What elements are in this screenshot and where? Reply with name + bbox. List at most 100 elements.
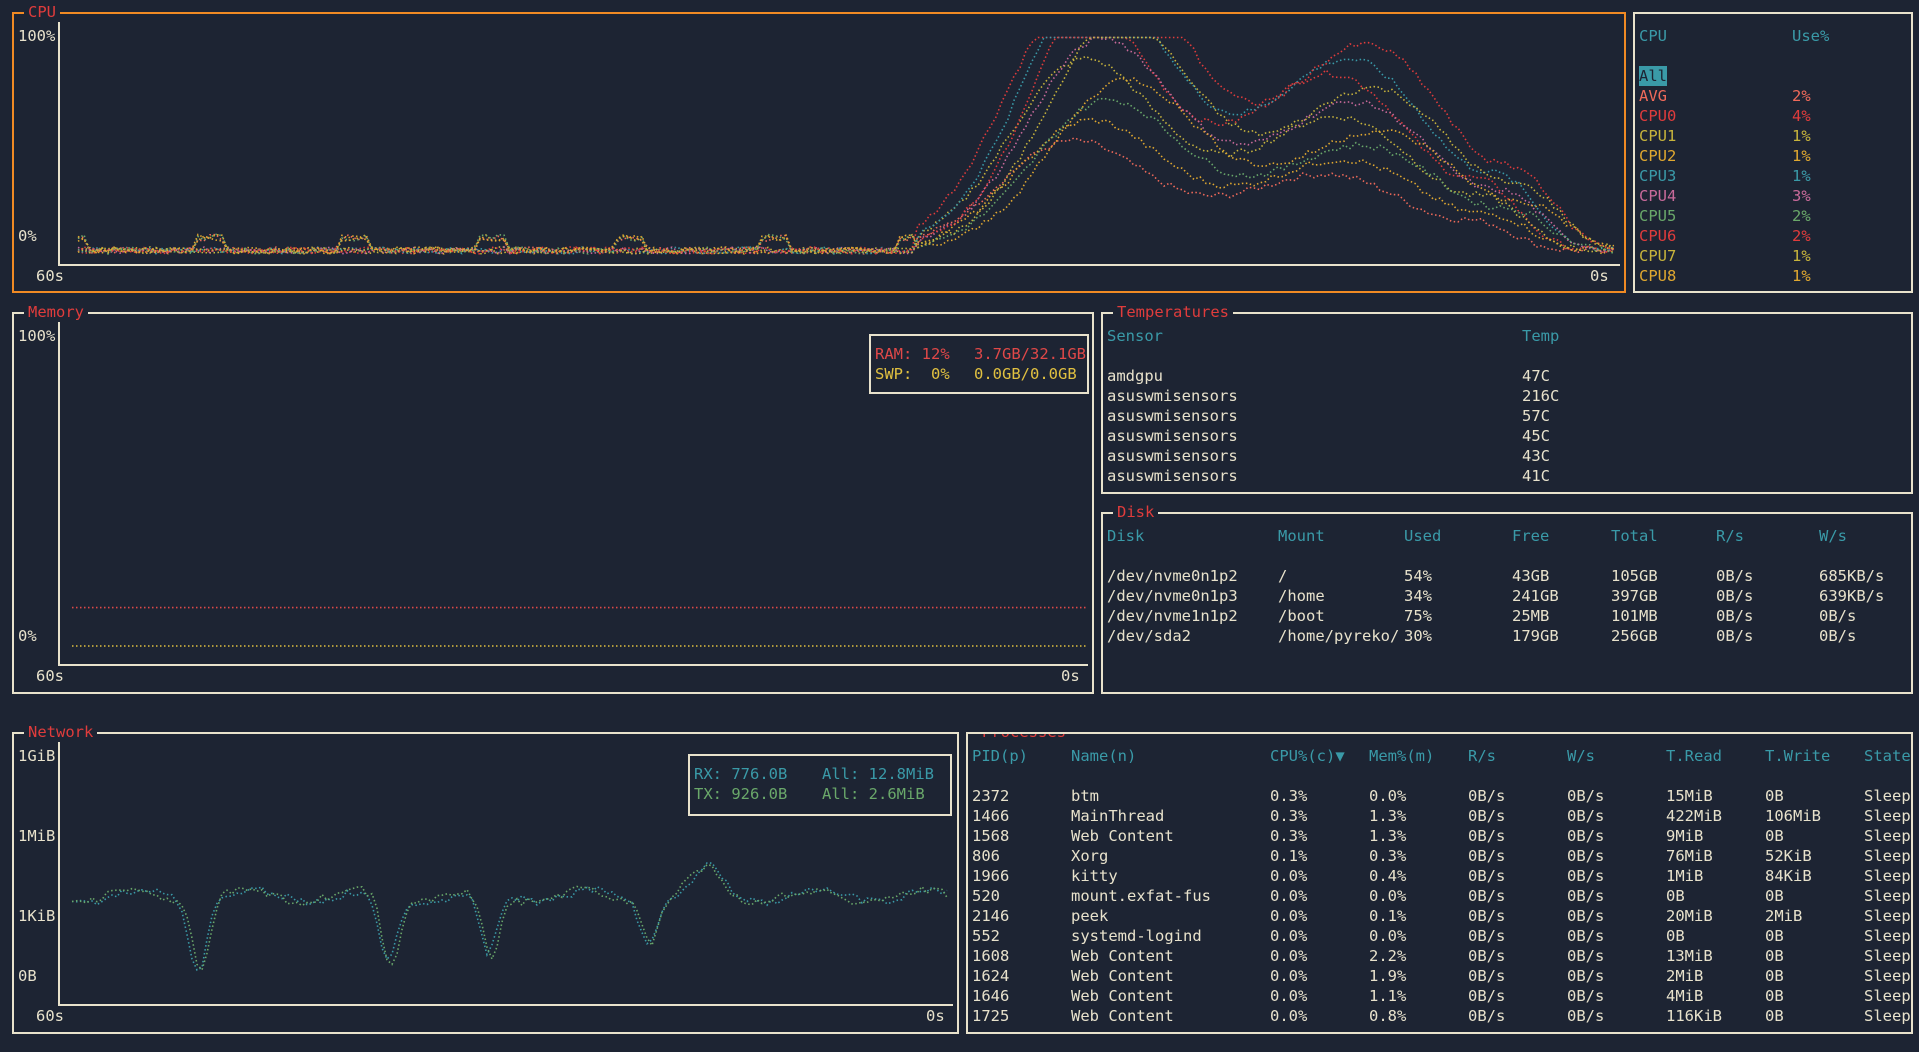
process-cell: 0B [1765, 967, 1784, 985]
process-column-header[interactable]: State [1864, 746, 1911, 766]
process-row[interactable]: 520 mount.exfat-fus 0.0% 0.0% 0B/s 0B/s 0B 0B Sl… [968, 886, 1911, 906]
cpu-legend-row[interactable]: CPU2 1% [1635, 146, 1911, 166]
temperatures-panel[interactable]: Temperatures Sensor Temp amdgpu 47C asuswm… [1101, 303, 1913, 494]
process-cell: mount.exfat-fus [1071, 887, 1211, 905]
processes-panel-title: Processes [978, 734, 1070, 741]
disk-cell: 75% [1404, 607, 1432, 625]
cpu-legend-use: 1% [1792, 127, 1811, 145]
disk-column-header[interactable]: Free [1512, 526, 1549, 546]
process-cell: Sleep [1864, 807, 1911, 825]
process-row[interactable]: 1568 Web Content 0.3% 1.3% 0B/s 0B/s 9MiB 0B Sle… [968, 826, 1911, 846]
process-row[interactable]: 1725 Web Content 0.0% 0.8% 0B/s 0B/s 116KiB 0B S… [968, 1006, 1911, 1026]
cpu-panel[interactable]: CPU 100% 0% 60s 0s [12, 3, 1626, 293]
process-cell: Web Content [1071, 947, 1174, 965]
process-cell: 0B/s [1468, 887, 1506, 905]
disk-table-header: Disk Mount Used Free Total R/s W/s [1103, 526, 1911, 546]
disk-column-header[interactable]: R/s [1716, 526, 1744, 546]
disk-cell: 397GB [1611, 587, 1658, 605]
cpu-series-line [77, 36, 1615, 255]
process-cell: systemd-logind [1071, 927, 1202, 945]
process-cell: 0.0% [1369, 927, 1407, 945]
cpu-legend-row[interactable]: CPU7 1% [1635, 246, 1911, 266]
process-cell: 9MiB [1666, 827, 1704, 845]
process-column-header[interactable]: Name(n) [1071, 746, 1136, 766]
process-cell: 0.0% [1270, 927, 1308, 945]
processes-panel[interactable]: Processes PID(p) Name(n) CPU%(c)▼ Mem%(m) R/… [966, 732, 1913, 1034]
temperature-row[interactable]: asuswmisensors 43C [1103, 446, 1911, 466]
process-cell: Sleep [1864, 927, 1911, 945]
cpu-legend-all-button[interactable]: All [1639, 66, 1667, 86]
process-row[interactable]: 2372 btm 0.3% 0.0% 0B/s 0B/s 15MiB 0B Sleep [968, 786, 1911, 806]
process-column-header[interactable]: PID(p) [972, 746, 1028, 766]
disk-column-header[interactable]: Total [1611, 526, 1658, 546]
cpu-legend-row[interactable]: CPU0 4% [1635, 106, 1911, 126]
process-row[interactable]: 1966 kitty 0.0% 0.4% 0B/s 0B/s 1MiB 84KiB Sleep [968, 866, 1911, 886]
temperature-sensor: asuswmisensors [1107, 387, 1238, 405]
process-row[interactable]: 552 systemd-logind 0.0% 0.0% 0B/s 0B/s 0B 0B Sle… [968, 926, 1911, 946]
process-column-header[interactable]: T.Read [1666, 746, 1722, 766]
cpu-legend-row[interactable]: CPU5 2% [1635, 206, 1911, 226]
process-row[interactable]: 1646 Web Content 0.0% 1.1% 0B/s 0B/s 4MiB 0B Sle… [968, 986, 1911, 1006]
network-panel[interactable]: Network 1GiB 1MiB 1KiB 0B 60s 0s RX: 776… [12, 723, 959, 1034]
process-column-header[interactable]: Mem%(m) [1369, 746, 1434, 766]
process-cell: Web Content [1071, 827, 1174, 845]
process-cell: 0.4% [1369, 867, 1407, 885]
temperature-row[interactable]: asuswmisensors 41C [1103, 466, 1911, 486]
disk-panel-title: Disk [1113, 503, 1159, 521]
process-cell: 2MiB [1666, 967, 1704, 985]
cpu-legend-row[interactable]: CPU8 1% [1635, 266, 1911, 286]
tx-all: All: 2.6MiB [822, 785, 925, 803]
process-column-header[interactable]: CPU%(c)▼ [1270, 746, 1345, 766]
cpu-legend-name: CPU4 [1639, 187, 1677, 205]
temperature-sensor: asuswmisensors [1107, 407, 1238, 425]
memory-panel[interactable]: Memory 100% 0% 60s 0s RAM: 12% 3.7GB/32.… [12, 303, 1094, 694]
disk-cell: 0B/s [1716, 607, 1754, 625]
process-cell: 84KiB [1765, 867, 1812, 885]
temperature-row[interactable]: amdgpu 47C [1103, 366, 1911, 386]
disk-column-header[interactable]: W/s [1819, 526, 1847, 546]
disk-panel[interactable]: Disk Disk Mount Used Free Total R/s W/s /dev/n… [1101, 503, 1913, 694]
disk-cell: 639KB/s [1819, 587, 1885, 605]
disk-row[interactable]: /dev/nvme0n1p2 / 54% 43GB 105GB 0B/s 685KB/s [1103, 566, 1911, 586]
process-row[interactable]: 1608 Web Content 0.0% 2.2% 0B/s 0B/s 13MiB 0B Sl… [968, 946, 1911, 966]
process-cell: kitty [1071, 867, 1118, 885]
disk-column-header[interactable]: Mount [1278, 526, 1325, 546]
process-row[interactable]: 2146 peek 0.0% 0.1% 0B/s 0B/s 20MiB 2MiB Sleep [968, 906, 1911, 926]
process-cell: 116KiB [1666, 1007, 1722, 1025]
process-column-header[interactable]: W/s [1567, 746, 1595, 766]
cpu-panel-title: CPU [24, 3, 60, 21]
temperature-row[interactable]: asuswmisensors 216C [1103, 386, 1911, 406]
process-column-header[interactable]: T.Write [1765, 746, 1830, 766]
cpu-legend-row[interactable]: CPU4 3% [1635, 186, 1911, 206]
process-column-header[interactable]: R/s [1468, 746, 1496, 766]
cpu-legend-panel[interactable]: CPU Use% All AVG 2% CPU0 4% CPU1 1% CPU2 1% CPU3… [1633, 12, 1913, 293]
process-cell: Sleep [1864, 967, 1911, 985]
temperature-row[interactable]: asuswmisensors 45C [1103, 426, 1911, 446]
temperature-row[interactable]: asuswmisensors 57C [1103, 406, 1911, 426]
cpu-legend-name: CPU0 [1639, 107, 1677, 125]
process-cell: 0.0% [1270, 1007, 1308, 1025]
disk-column-header[interactable]: Used [1404, 526, 1441, 546]
process-cell: 0B [1765, 787, 1784, 805]
rx-label: RX: 776.0B [694, 765, 788, 783]
process-row[interactable]: 806 Xorg 0.1% 0.3% 0B/s 0B/s 76MiB 52KiB Sleep [968, 846, 1911, 866]
process-cell: 0B/s [1567, 967, 1605, 985]
process-cell: 1.3% [1369, 807, 1407, 825]
disk-cell: 0B/s [1716, 627, 1754, 645]
disk-column-header[interactable]: Disk [1107, 526, 1144, 546]
disk-cell: /boot [1278, 607, 1325, 625]
cpu-series-line [77, 97, 1615, 256]
process-row[interactable]: 1466 MainThread 0.3% 1.3% 0B/s 0B/s 422MiB 106M… [968, 806, 1911, 826]
cpu-legend-row[interactable]: AVG 2% [1635, 86, 1911, 106]
cpu-legend-row[interactable]: CPU3 1% [1635, 166, 1911, 186]
cpu-legend-row[interactable]: CPU1 1% [1635, 126, 1911, 146]
disk-row[interactable]: /dev/nvme1n1p2/boot 75% 25MB 101MB 0B/s 0B/s [1103, 606, 1911, 626]
process-cell: Web Content [1071, 987, 1174, 1005]
process-cell: Sleep [1864, 867, 1911, 885]
process-cell: 0.0% [1270, 967, 1308, 985]
disk-cell: /dev/nvme0n1p3 [1107, 587, 1238, 605]
disk-row[interactable]: /dev/nvme0n1p3/home 34% 241GB 397GB 0B/s 639K… [1103, 586, 1911, 606]
disk-row[interactable]: /dev/sda2/home/pyreko/30% 179GB 256GB 0B/s 0… [1103, 626, 1911, 646]
process-row[interactable]: 1624 Web Content 0.0% 1.9% 0B/s 0B/s 2MiB 0B Sle… [968, 966, 1911, 986]
cpu-legend-row[interactable]: CPU6 2% [1635, 226, 1911, 246]
